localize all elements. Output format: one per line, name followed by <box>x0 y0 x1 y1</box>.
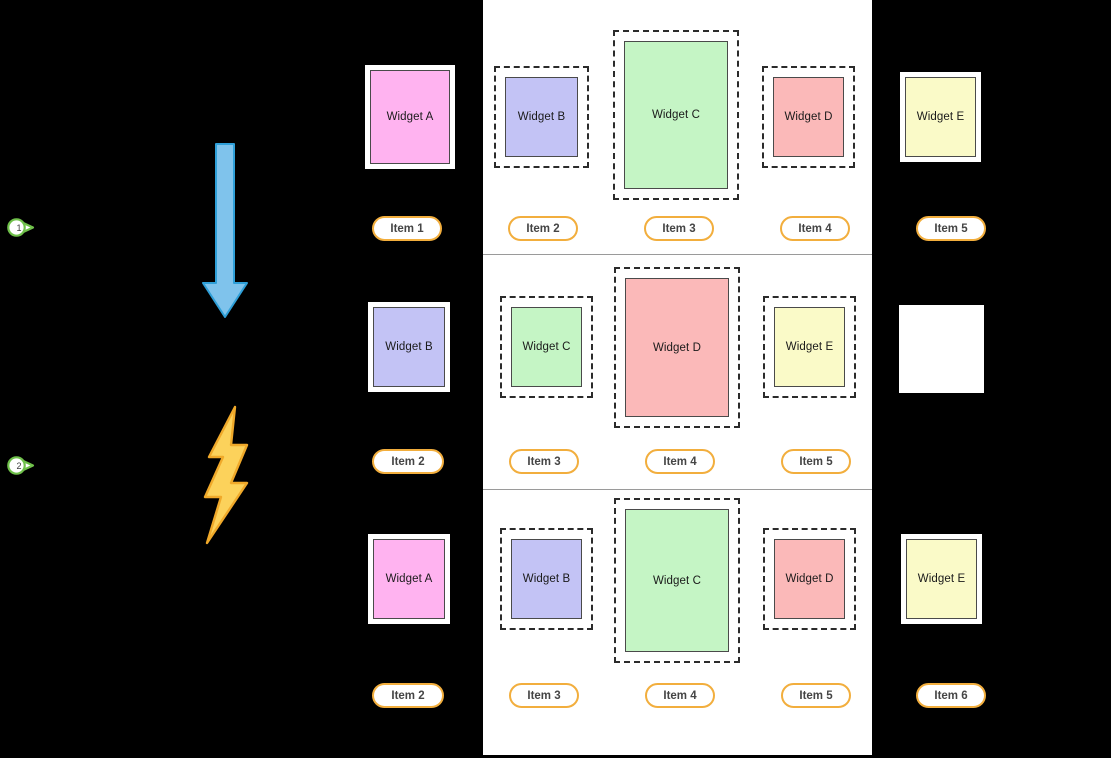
row-divider-1 <box>483 254 872 255</box>
widget-label: Widget A <box>386 111 434 123</box>
widget-label: Widget C <box>651 109 701 121</box>
item-pill-label: Item 5 <box>934 222 968 235</box>
widget-box[interactable]: Widget D <box>625 278 729 417</box>
widget-box[interactable]: Widget A <box>370 70 450 164</box>
widget-label: Widget B <box>385 341 433 353</box>
item-pill[interactable]: Item 4 <box>645 683 715 708</box>
item-pill[interactable]: Item 5 <box>781 683 851 708</box>
item-pill[interactable]: Item 3 <box>509 683 579 708</box>
callout-marker-2-label: 2 <box>16 461 22 471</box>
widget-box[interactable]: Widget E <box>774 307 845 387</box>
widget-label: Widget D <box>652 341 702 354</box>
widget-box[interactable]: Widget B <box>373 307 445 387</box>
widget-label: Widget C <box>652 574 702 587</box>
item-pill[interactable]: Item 5 <box>916 216 986 241</box>
diagram-canvas: 1 2 Widget A Item 1 Widget B Item 2 Widget C… <box>0 0 1111 758</box>
widget-label: Widget E <box>916 111 965 123</box>
item-pill-label: Item 2 <box>526 222 560 235</box>
item-pill-label: Item 5 <box>799 455 833 468</box>
widget-box[interactable]: Widget B <box>505 77 578 157</box>
item-pill-label: Item 4 <box>663 689 697 702</box>
lightning-bolt-shape <box>197 405 259 550</box>
widget-label: Widget A <box>385 573 433 585</box>
callout-marker-2[interactable]: 2 <box>4 451 38 481</box>
item-pill-label: Item 3 <box>527 689 561 702</box>
item-pill-label: Item 2 <box>391 455 425 468</box>
item-pill[interactable]: Item 3 <box>509 449 579 474</box>
callout-marker-1-label: 1 <box>16 223 22 233</box>
lightning-bolt-icon <box>203 405 249 545</box>
item-pill-label: Item 4 <box>798 222 832 235</box>
item-pill[interactable]: Item 2 <box>372 449 444 474</box>
item-pill[interactable]: Item 3 <box>644 216 714 241</box>
widget-label: Widget D <box>785 573 834 585</box>
item-pill-label: Item 4 <box>663 455 697 468</box>
item-pill[interactable]: Item 4 <box>780 216 850 241</box>
down-arrow-shape <box>201 143 249 324</box>
item-pill-label: Item 6 <box>934 689 968 702</box>
widget-box[interactable]: Widget D <box>774 539 845 619</box>
widget-label: Widget B <box>517 111 566 123</box>
item-pill[interactable]: Item 4 <box>645 449 715 474</box>
widget-box[interactable]: Widget D <box>773 77 844 157</box>
item-pill[interactable]: Item 2 <box>508 216 578 241</box>
widget-box[interactable]: Widget E <box>906 539 977 619</box>
widget-box[interactable]: Widget B <box>511 539 582 619</box>
widget-box[interactable]: Widget C <box>624 41 728 189</box>
item-pill-label: Item 3 <box>527 455 561 468</box>
item-pill[interactable]: Item 6 <box>916 683 986 708</box>
item-pill[interactable]: Item 5 <box>781 449 851 474</box>
widget-label: Widget E <box>785 341 834 353</box>
widget-box[interactable]: Widget C <box>511 307 582 387</box>
item-pill[interactable]: Item 2 <box>372 683 444 708</box>
widget-label: Widget E <box>917 573 966 585</box>
item-pill[interactable]: Item 1 <box>372 216 442 241</box>
down-arrow-icon <box>202 143 248 318</box>
callout-marker-1[interactable]: 1 <box>4 213 38 243</box>
item-pill-label: Item 3 <box>662 222 696 235</box>
widget-label: Widget B <box>522 573 571 585</box>
widget-box[interactable]: Widget C <box>625 509 729 652</box>
widget-label: Widget D <box>784 111 833 123</box>
item-pill-label: Item 1 <box>390 222 424 235</box>
row-divider-2 <box>483 489 872 490</box>
item-pill-label: Item 2 <box>391 689 425 702</box>
empty-widget-placeholder <box>899 305 984 393</box>
item-pill-label: Item 5 <box>799 689 833 702</box>
widget-box[interactable]: Widget E <box>905 77 976 157</box>
widget-box[interactable]: Widget A <box>373 539 445 619</box>
widget-label: Widget C <box>522 341 571 353</box>
